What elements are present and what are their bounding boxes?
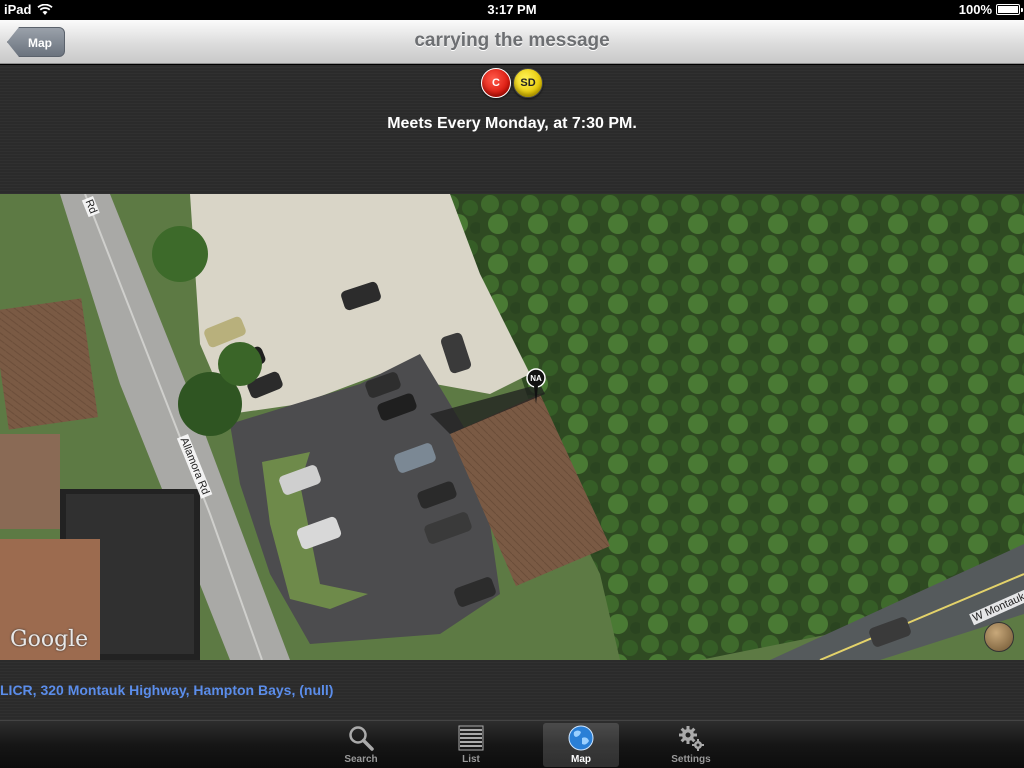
battery-icon xyxy=(996,4,1023,15)
satellite-map[interactable]: Rd Allamora Rd W Montauk NA Google xyxy=(0,194,1024,660)
tab-settings[interactable]: Settings xyxy=(636,723,746,767)
meeting-info-panel: C SD Meets Every Monday, at 7:30 PM. xyxy=(0,65,1024,194)
status-time: 3:17 PM xyxy=(487,2,537,17)
search-icon xyxy=(349,726,374,751)
battery-percent: 100% xyxy=(958,2,992,17)
tab-label: Search xyxy=(344,754,378,765)
gear-icon xyxy=(679,726,704,751)
address-link[interactable]: LICR, 320 Montauk Highway, Hampton Bays,… xyxy=(0,682,333,698)
navigation-bar: Map carrying the message xyxy=(0,20,1024,64)
tab-label: Map xyxy=(571,754,591,765)
tab-search[interactable]: Search xyxy=(306,723,416,767)
tab-bar: Search List Map Settings xyxy=(0,720,1024,768)
pin-label: NA xyxy=(530,374,542,383)
map-imagery xyxy=(0,194,1024,660)
meeting-schedule: Meets Every Monday, at 7:30 PM. xyxy=(387,115,637,132)
tab-label: Settings xyxy=(671,754,711,765)
list-icon xyxy=(458,725,484,751)
address-panel: LICR, 320 Montauk Highway, Hampton Bays,… xyxy=(0,660,1024,720)
tab-map[interactable]: Map xyxy=(543,723,619,767)
format-badge-c[interactable]: C xyxy=(481,68,511,98)
google-attribution-logo: Google xyxy=(10,627,89,652)
status-bar: iPad 3:17 PM 100% xyxy=(0,0,1024,20)
format-badges: C SD xyxy=(0,68,1024,98)
tab-label: List xyxy=(462,754,480,765)
map-curl-icon[interactable] xyxy=(984,622,1014,652)
page-title: carrying the message xyxy=(414,30,610,51)
globe-icon xyxy=(568,725,594,751)
format-badge-sd[interactable]: SD xyxy=(513,68,543,98)
meeting-location-pin-icon[interactable]: NA xyxy=(524,368,548,408)
tab-list[interactable]: List xyxy=(416,723,526,767)
